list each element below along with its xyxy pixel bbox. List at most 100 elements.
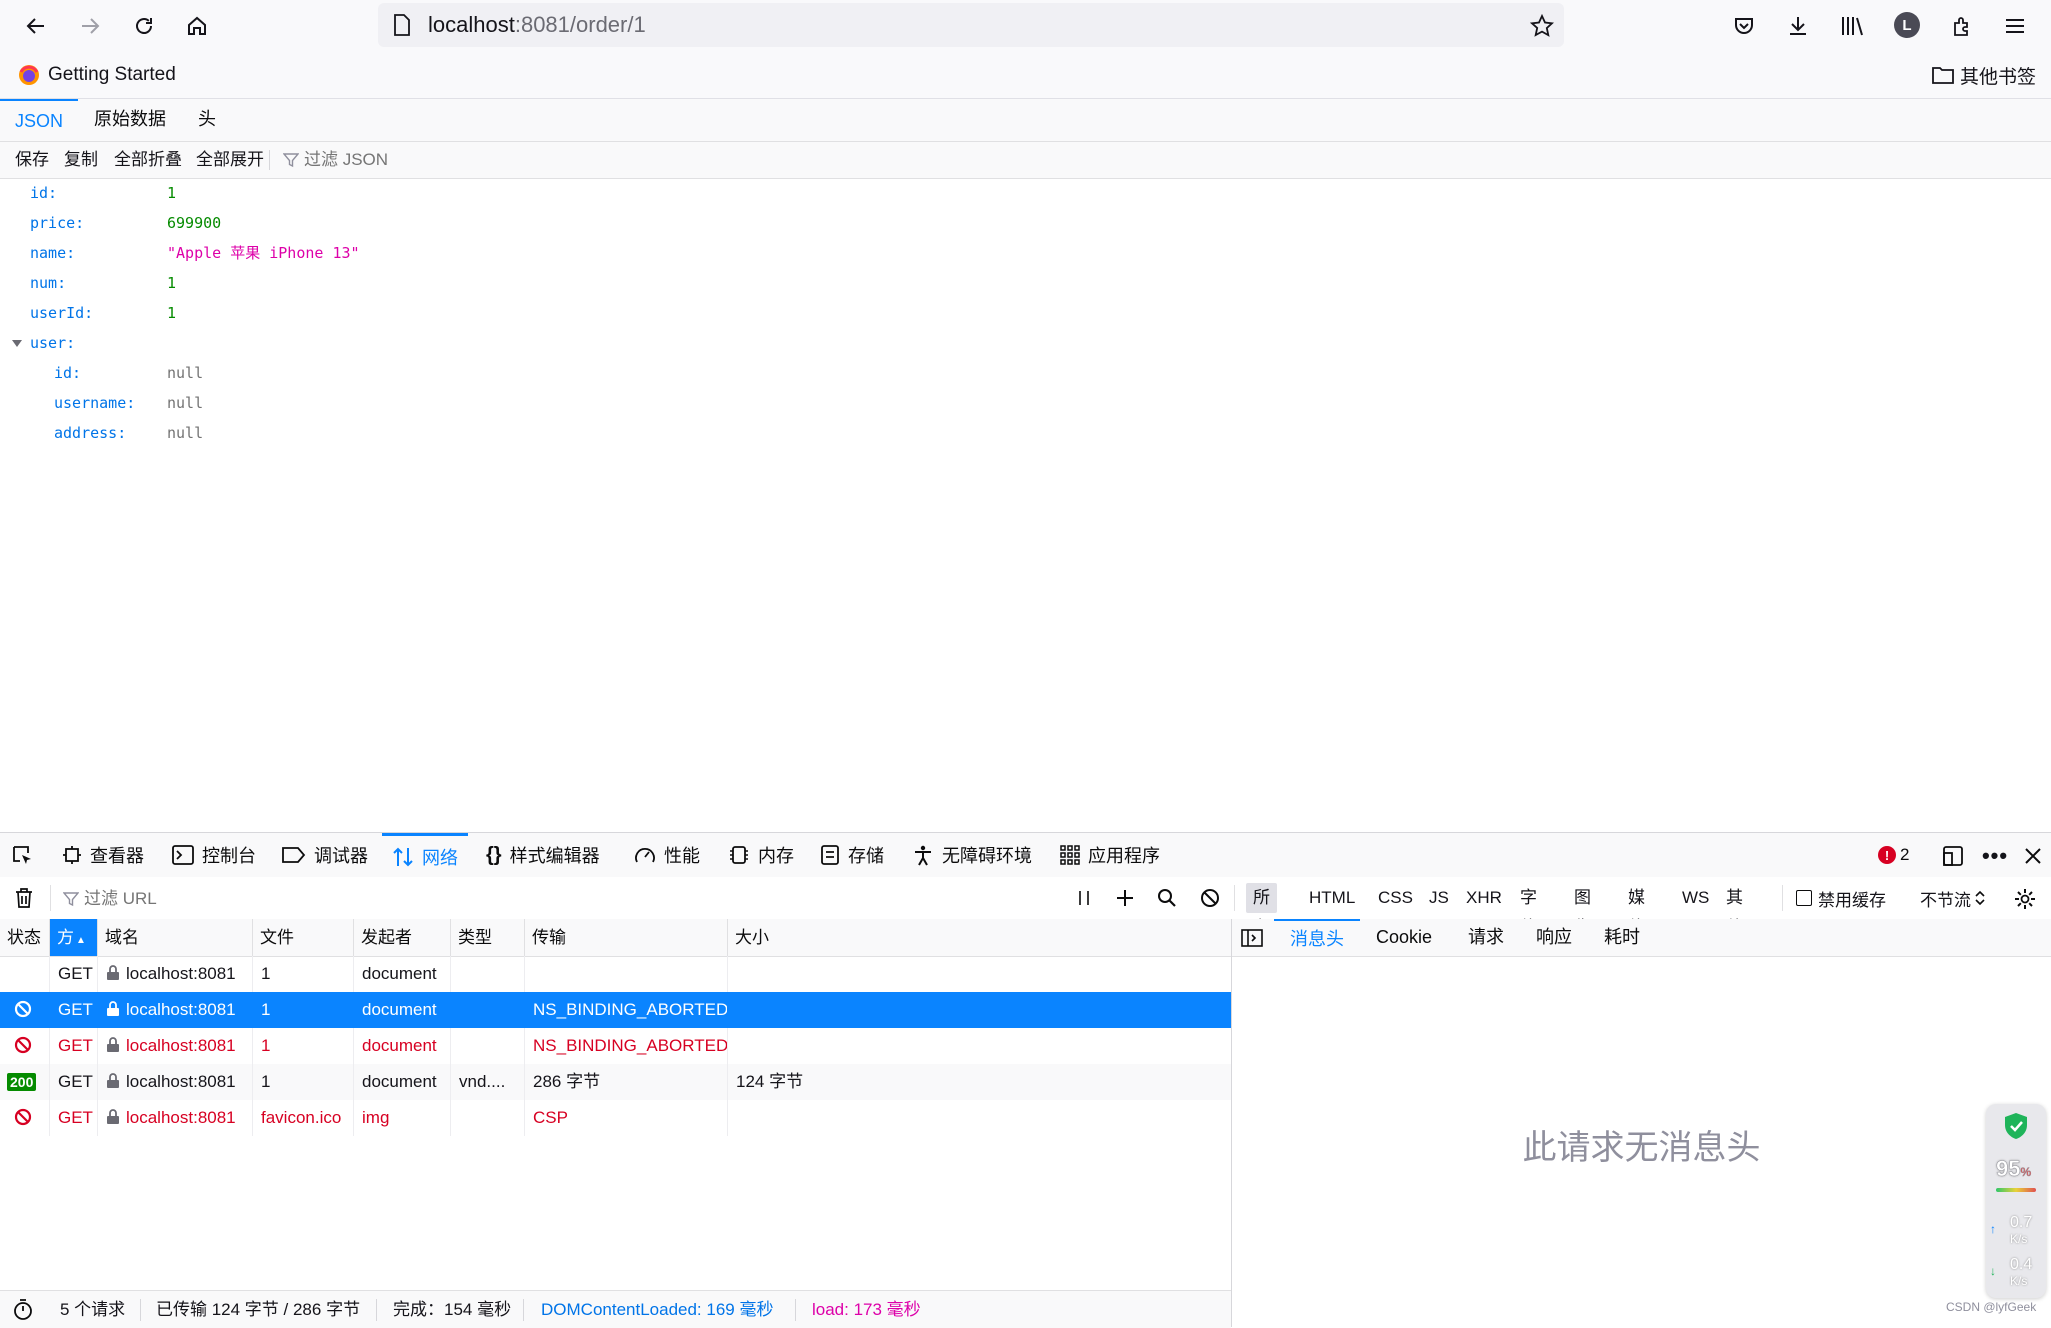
json-row: name:: [30, 244, 76, 262]
filter-all[interactable]: 所有: [1246, 883, 1277, 937]
tab-request[interactable]: 请求: [1468, 919, 1504, 956]
tool-performance[interactable]: 性能: [634, 833, 700, 877]
tool-inspector[interactable]: 查看器: [62, 833, 144, 877]
table-row[interactable]: GET localhost:8081 1 document NS_BINDING…: [0, 992, 1231, 1028]
col-initiator[interactable]: 发起者: [354, 919, 451, 956]
browser-toolbar: localhost:8081/order/1 L: [0, 0, 2051, 52]
filter-icon: [282, 151, 300, 169]
tool-storage[interactable]: 存储: [820, 833, 884, 877]
tool-memory[interactable]: 内存: [728, 833, 794, 877]
bookmark-star-icon[interactable]: [1528, 12, 1556, 40]
element-picker-icon[interactable]: [10, 843, 36, 869]
filter-ws[interactable]: WS: [1682, 883, 1709, 913]
download-icon[interactable]: [1784, 12, 1812, 40]
tool-accessibility[interactable]: 无障碍环境: [912, 833, 1032, 877]
extensions-icon[interactable]: [1948, 12, 1976, 40]
url-bar[interactable]: localhost:8081/order/1: [378, 3, 1564, 47]
tool-network[interactable]: 网络: [382, 833, 468, 877]
filter-url-input[interactable]: [82, 885, 986, 913]
disable-cache-checkbox[interactable]: [1796, 890, 1812, 906]
domain-cell: localhost:8081: [98, 1028, 253, 1064]
forward-icon[interactable]: [74, 12, 106, 40]
down-arrow-icon: ↓: [1990, 1264, 1996, 1278]
col-method[interactable]: 方 ▲: [50, 919, 98, 956]
pocket-icon[interactable]: [1730, 12, 1758, 40]
tool-style-editor[interactable]: {} 样式编辑器: [486, 833, 600, 877]
col-domain[interactable]: 域名: [98, 919, 253, 956]
col-type[interactable]: 类型: [451, 919, 525, 956]
back-icon[interactable]: [20, 12, 52, 40]
network-speed-widget[interactable]: 95% ↑ 0.7 K/s ↓ 0.4 K/s: [1986, 1104, 2046, 1298]
toggle-sidebar-icon[interactable]: [1240, 927, 1264, 949]
filter-html[interactable]: HTML: [1309, 883, 1355, 913]
no-headers-message: 此请求无消息头: [1522, 1129, 1761, 1167]
error-count-badge[interactable]: ! 2: [1878, 833, 1909, 877]
filter-xhr[interactable]: XHR: [1466, 883, 1502, 913]
tab-raw-data[interactable]: 原始数据: [94, 99, 166, 141]
json-value: "Apple 苹果 iPhone 13": [167, 244, 360, 262]
close-devtools-icon[interactable]: [2020, 843, 2046, 869]
table-row[interactable]: GET localhost:8081 1 document: [0, 956, 1231, 992]
search-icon[interactable]: [1155, 886, 1179, 910]
filter-js[interactable]: JS: [1429, 883, 1449, 913]
tool-debugger[interactable]: 调试器: [282, 833, 368, 877]
json-value: null: [167, 424, 204, 442]
domain-cell: localhost:8081: [98, 956, 253, 992]
status-badge: 200: [7, 1073, 37, 1091]
initiator-cell: img: [354, 1100, 451, 1136]
tool-console[interactable]: 控制台: [172, 833, 256, 877]
filter-json-input[interactable]: [302, 146, 706, 174]
menu-icon[interactable]: [2001, 12, 2029, 40]
tab-response[interactable]: 响应: [1536, 919, 1572, 956]
disable-cache-toggle[interactable]: 禁用缓存: [1796, 883, 1886, 913]
json-row[interactable]: user:: [30, 328, 75, 358]
tab-cookies[interactable]: Cookie: [1376, 919, 1432, 956]
more-options-icon[interactable]: •••: [1982, 843, 2008, 869]
sort-up-icon: ▲: [76, 935, 86, 946]
col-status[interactable]: 状态: [0, 919, 50, 956]
home-icon[interactable]: [181, 12, 213, 40]
lock-icon: [106, 1073, 120, 1089]
tab-headers[interactable]: 头: [198, 99, 216, 141]
bookmark-label: Getting Started: [48, 64, 176, 85]
col-transfer[interactable]: 传输: [525, 919, 728, 956]
expand-toggle-icon[interactable]: [10, 338, 24, 350]
collapse-all-button[interactable]: 全部折叠: [114, 142, 182, 178]
copy-button[interactable]: 复制: [64, 142, 98, 178]
tab-headers[interactable]: 消息头: [1274, 919, 1360, 956]
col-file[interactable]: 文件: [253, 919, 354, 956]
initiator-cell: document: [354, 992, 451, 1028]
table-row[interactable]: 200 GET localhost:8081 1 document vnd...…: [0, 1064, 1231, 1100]
settings-gear-icon[interactable]: [2012, 886, 2038, 912]
tool-application[interactable]: 应用程序: [1060, 833, 1160, 877]
responsive-mode-icon[interactable]: [1940, 843, 1966, 869]
other-bookmarks[interactable]: 其他书签: [1932, 52, 2036, 98]
network-filter-bar: 所有 HTML CSS JS XHR 字体 图像 媒体 WS 其他 禁用缓存 不…: [0, 877, 2051, 937]
block-icon[interactable]: [1198, 886, 1222, 910]
col-size[interactable]: 大小: [728, 919, 1231, 956]
table-row[interactable]: GET localhost:8081 favicon.ico img CSP: [0, 1100, 1231, 1136]
throttle-select[interactable]: 不节流: [1920, 883, 1985, 913]
reload-icon[interactable]: [128, 12, 160, 40]
stopwatch-icon[interactable]: [12, 1299, 34, 1321]
tab-timings[interactable]: 耗时: [1604, 919, 1640, 956]
add-icon[interactable]: [1113, 886, 1137, 910]
filter-css[interactable]: CSS: [1378, 883, 1413, 913]
library-icon[interactable]: [1838, 12, 1868, 40]
size-cell: 124 字节: [736, 1072, 804, 1091]
bookmark-getting-started[interactable]: Getting Started: [18, 52, 176, 98]
type-cell: [451, 1100, 525, 1136]
method-cell: GET: [50, 1100, 98, 1136]
status-cell: [0, 992, 50, 1028]
pause-icon[interactable]: [1072, 886, 1096, 910]
json-value: 1: [167, 304, 177, 322]
table-header: 状态 方 ▲ 域名 文件 发起者 类型 传输 大小: [0, 919, 1231, 957]
tab-json[interactable]: JSON: [0, 99, 78, 141]
trash-icon[interactable]: [12, 886, 36, 910]
save-button[interactable]: 保存: [15, 142, 49, 178]
account-avatar[interactable]: L: [1894, 12, 1920, 38]
expand-all-button[interactable]: 全部展开: [196, 142, 264, 178]
devtools-toolbar: 查看器 控制台 调试器 网络 {} 样式编辑器 性能 内存 存储 无障碍环境 应…: [0, 832, 2051, 878]
json-row: userId:: [30, 304, 94, 322]
table-row[interactable]: GET localhost:8081 1 document NS_BINDING…: [0, 1028, 1231, 1064]
